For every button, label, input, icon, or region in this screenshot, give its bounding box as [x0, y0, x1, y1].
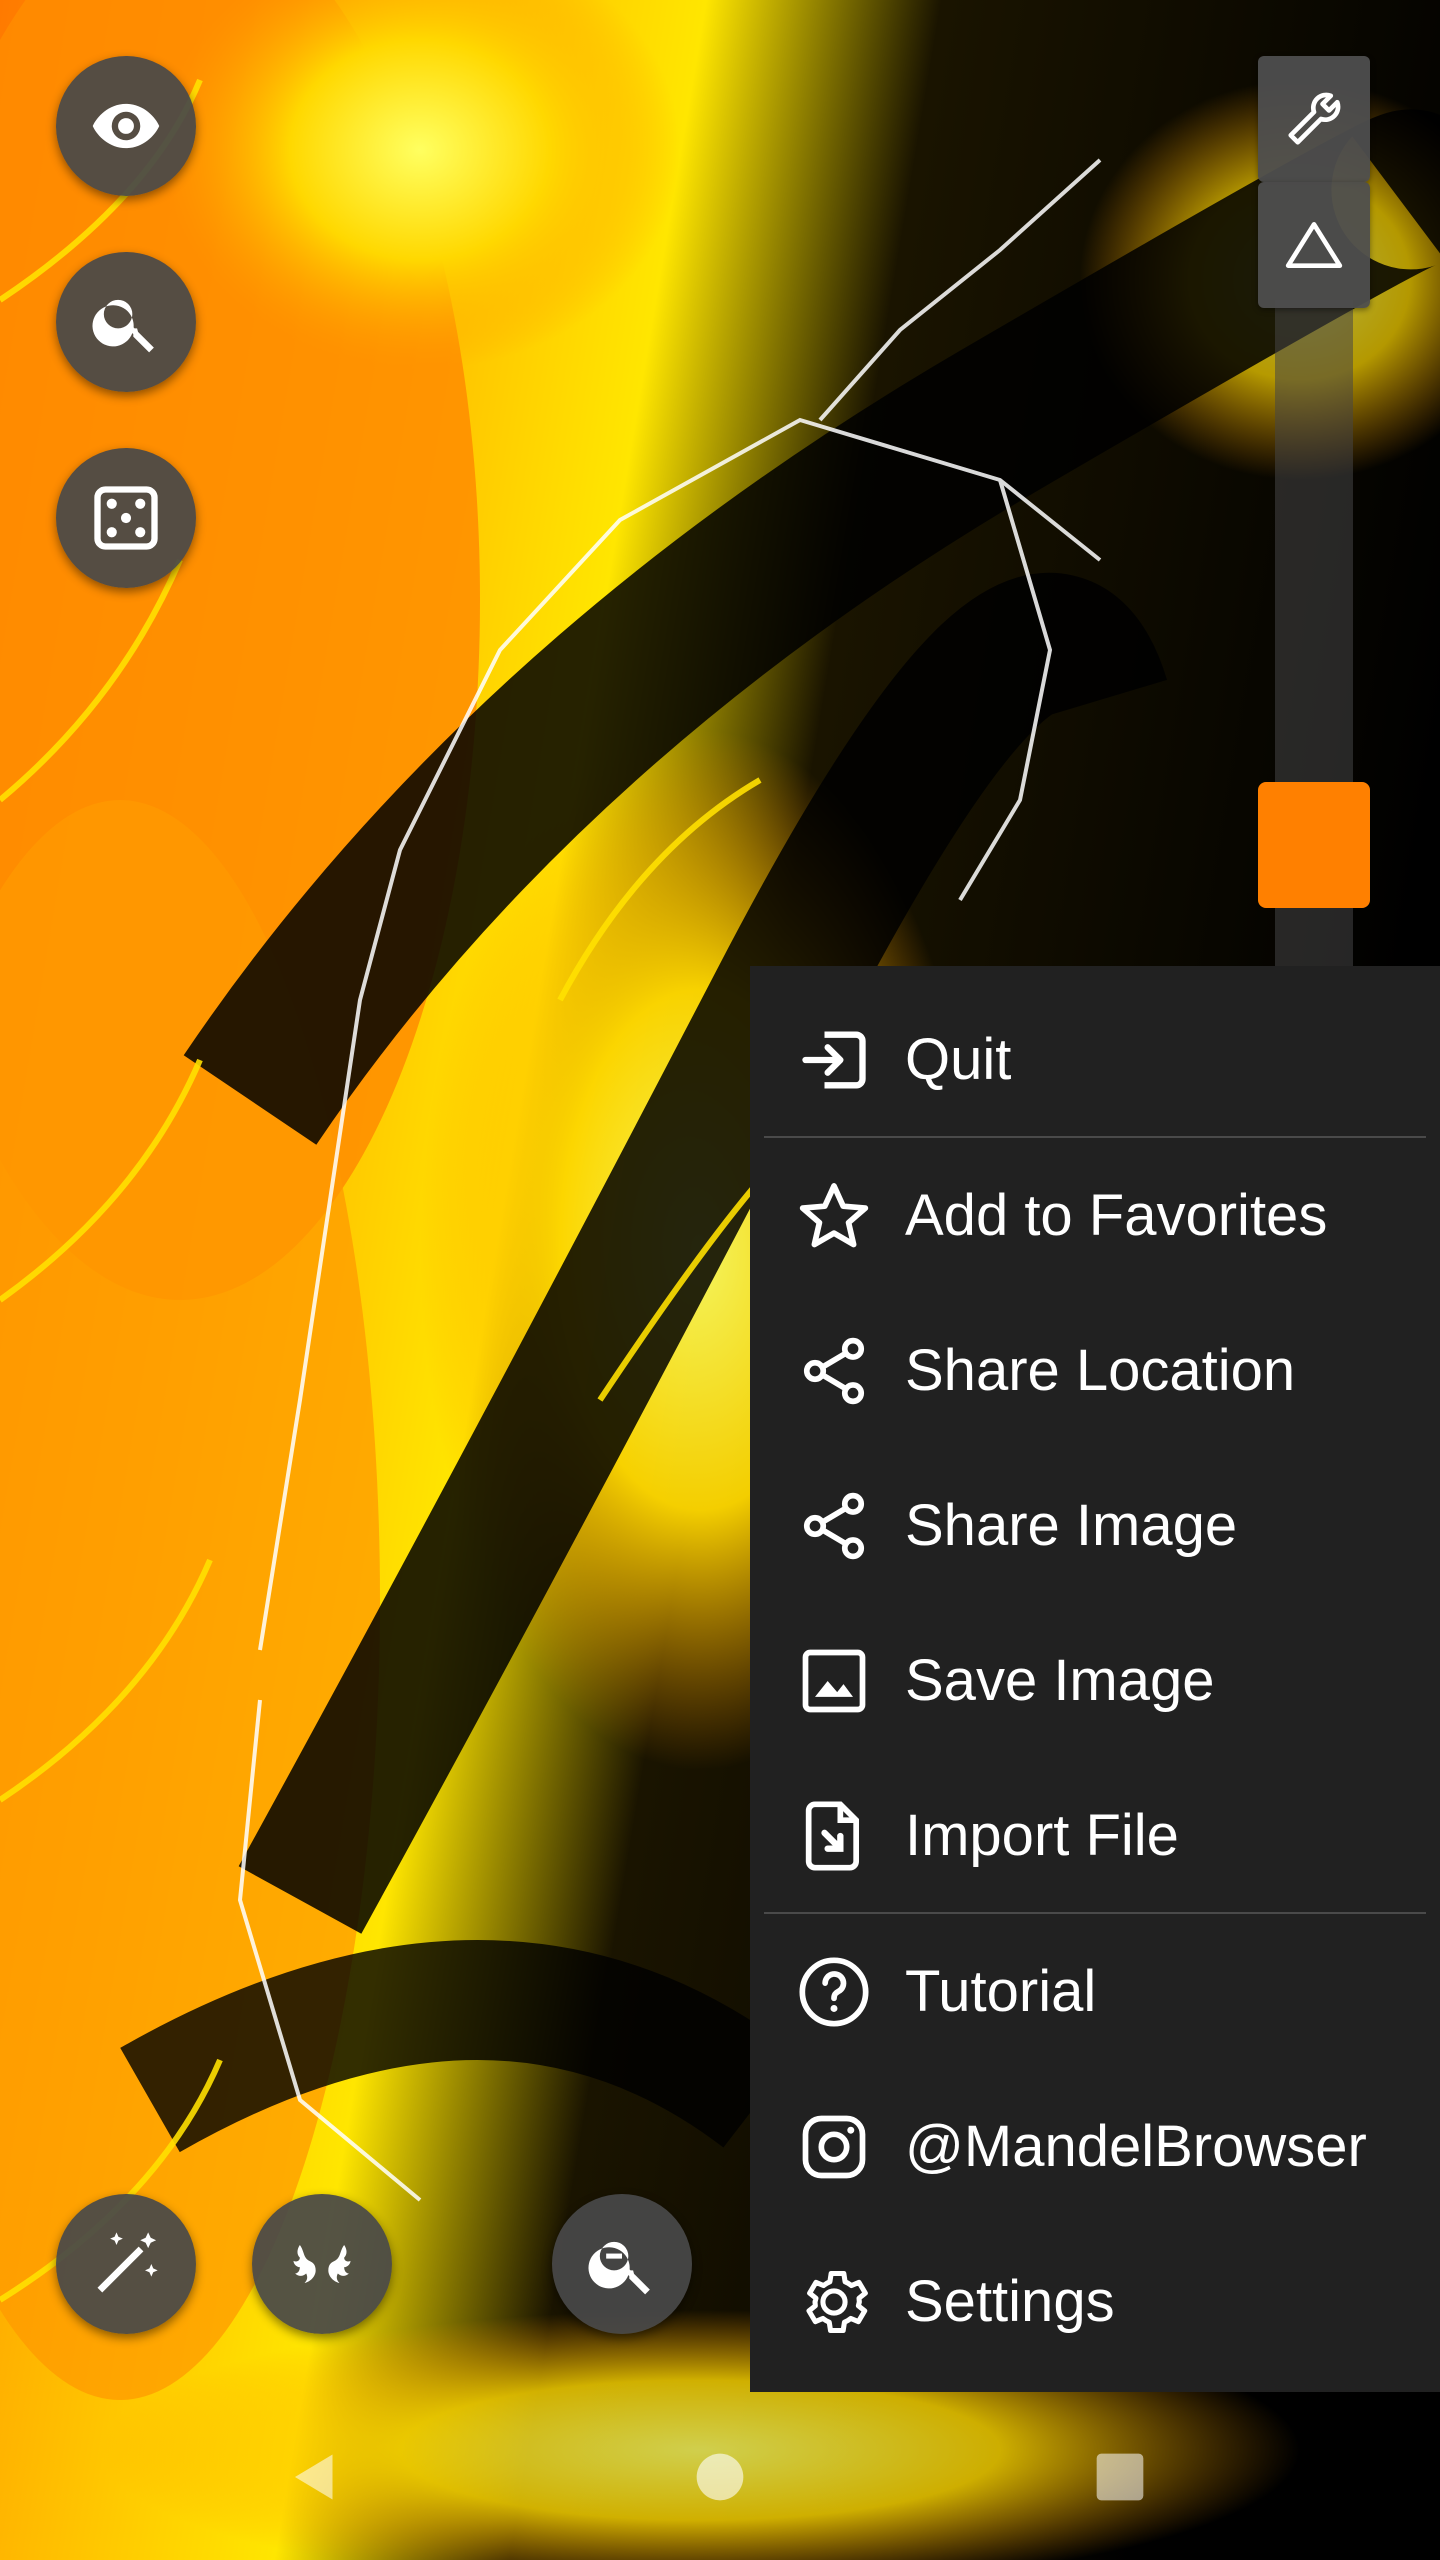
- zoom-out-button[interactable]: [552, 2194, 692, 2334]
- recents-button[interactable]: [1075, 2432, 1165, 2522]
- eye-icon: [92, 103, 160, 149]
- back-icon: [295, 2454, 333, 2500]
- share-icon: [792, 1484, 876, 1568]
- menu-item-instagram[interactable]: @MandelBrowser: [750, 2069, 1440, 2224]
- star-icon: [792, 1174, 876, 1258]
- system-navigation-bar: [0, 2392, 1440, 2560]
- triangle-icon: [1285, 222, 1343, 268]
- dice-icon: [94, 486, 158, 550]
- image-icon: [792, 1639, 876, 1723]
- menu-item-label: Share Image: [905, 1493, 1238, 1558]
- color-swatch[interactable]: [1258, 782, 1370, 908]
- menu-item-settings[interactable]: Settings: [750, 2224, 1440, 2379]
- menu-item-label: Import File: [905, 1803, 1179, 1868]
- menu-item-tutorial[interactable]: Tutorial: [750, 1914, 1440, 2069]
- julia-mode-button[interactable]: [252, 2194, 392, 2334]
- visibility-button[interactable]: [56, 56, 196, 196]
- toggle-panel-button[interactable]: [1258, 182, 1370, 308]
- share-icon: [792, 1329, 876, 1413]
- search-icon: [92, 299, 154, 353]
- zoom-out-icon: [588, 2241, 650, 2295]
- import-file-icon: [792, 1794, 876, 1878]
- menu-item-label: Add to Favorites: [905, 1183, 1328, 1248]
- menu-item-label: Share Location: [905, 1338, 1296, 1403]
- menu-item-label: @MandelBrowser: [905, 2114, 1367, 2179]
- random-location-button[interactable]: [56, 448, 196, 588]
- exit-icon: [792, 1018, 876, 1102]
- menu-item-add-favorites[interactable]: Add to Favorites: [750, 1138, 1440, 1293]
- magic-wand-button[interactable]: [56, 2194, 196, 2334]
- home-button[interactable]: [675, 2432, 765, 2522]
- menu-item-share-image[interactable]: Share Image: [750, 1448, 1440, 1603]
- magic-wand-icon: [97, 2232, 158, 2293]
- search-button[interactable]: [56, 252, 196, 392]
- menu-item-import-file[interactable]: Import File: [750, 1758, 1440, 1913]
- recents-icon: [1096, 2453, 1144, 2501]
- overflow-menu: Quit Add to Favorites Share Location Sha…: [750, 966, 1440, 2392]
- menu-item-quit[interactable]: Quit: [750, 982, 1440, 1137]
- menu-item-save-image[interactable]: Save Image: [750, 1603, 1440, 1758]
- julia-set-icon: [293, 2245, 351, 2283]
- wrench-icon: [1288, 92, 1341, 145]
- menu-item-label: Quit: [905, 1027, 1012, 1092]
- menu-item-label: Tutorial: [905, 1959, 1097, 2024]
- help-icon: [792, 1950, 876, 2034]
- menu-item-label: Save Image: [905, 1648, 1215, 1713]
- tools-button[interactable]: [1258, 56, 1370, 182]
- menu-item-share-location[interactable]: Share Location: [750, 1293, 1440, 1448]
- back-button[interactable]: [270, 2432, 360, 2522]
- menu-item-label: Settings: [905, 2269, 1115, 2334]
- instagram-icon: [792, 2105, 876, 2189]
- gear-icon: [792, 2260, 876, 2344]
- home-icon: [696, 2453, 744, 2501]
